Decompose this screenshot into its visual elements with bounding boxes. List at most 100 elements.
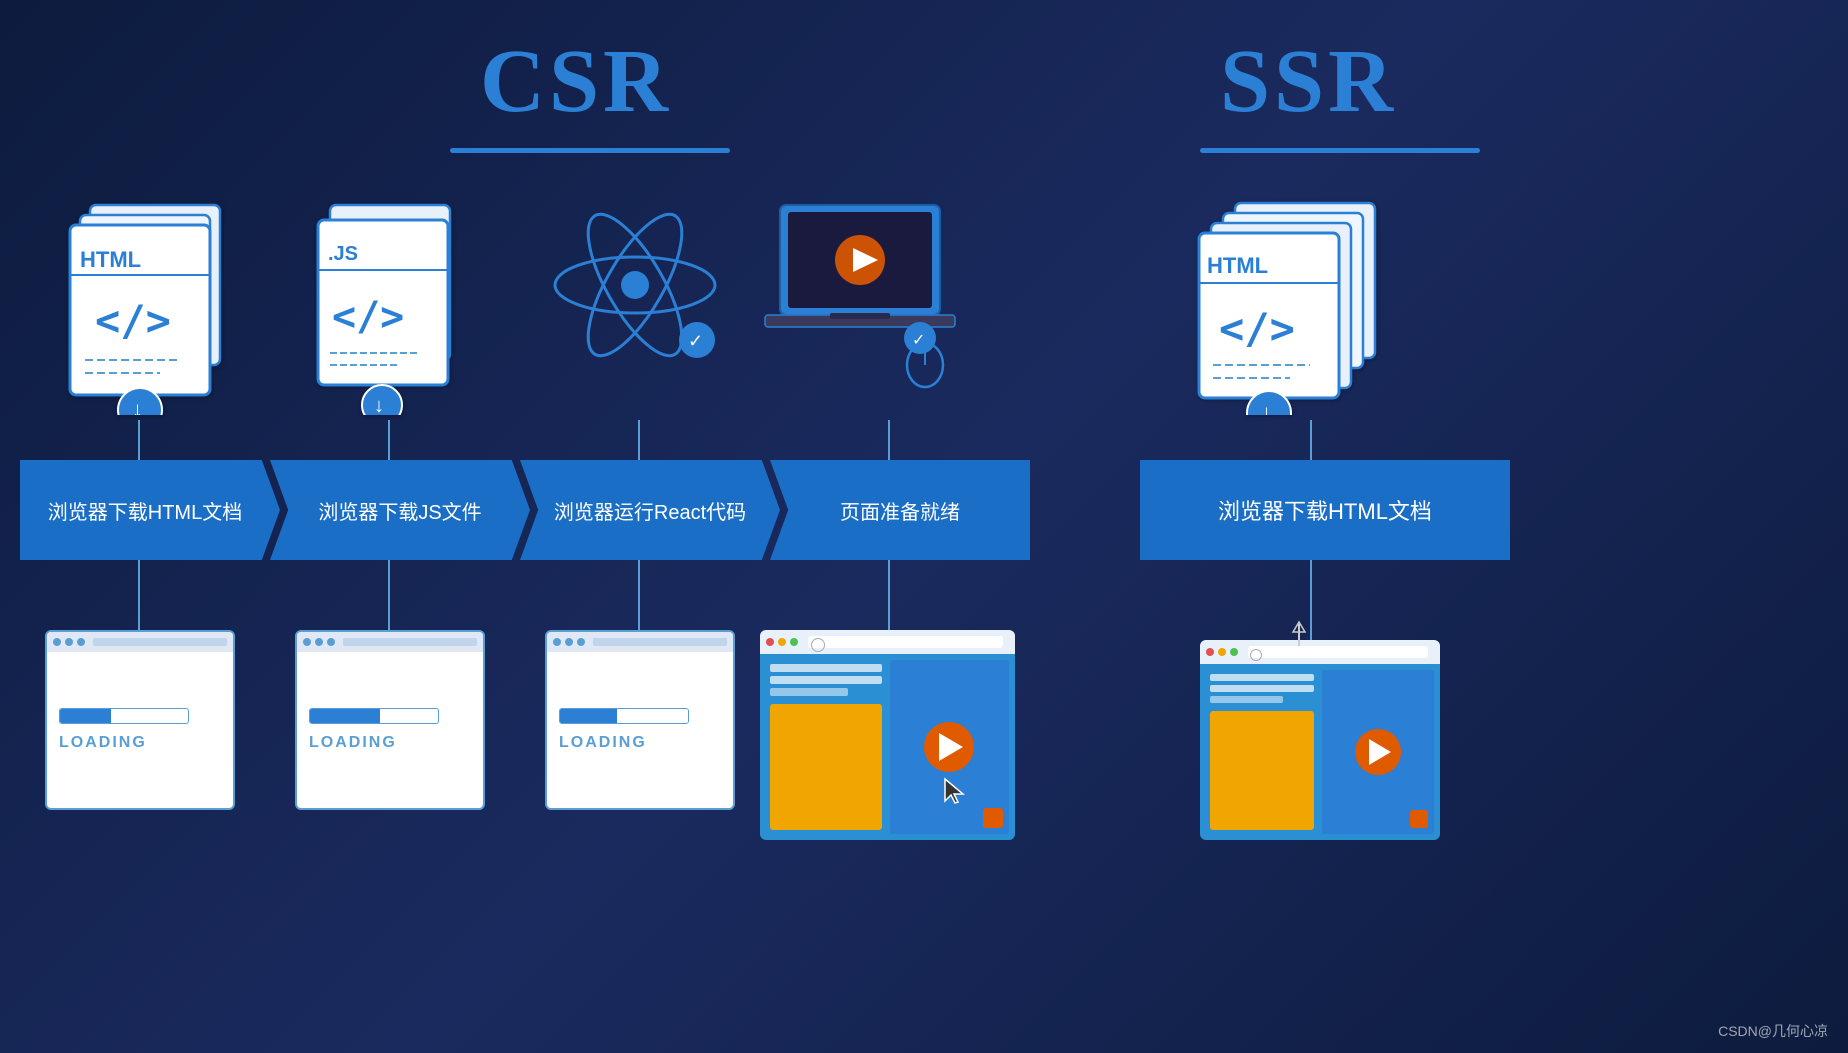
laptop-icon: ✓	[760, 190, 960, 405]
topbar-address	[93, 638, 227, 646]
browser-line-3	[770, 688, 848, 696]
watermark: CSDN@几何心凉	[1718, 1021, 1828, 1041]
svg-text:HTML: HTML	[80, 247, 141, 272]
loading-screen-3-content: LOADING	[547, 652, 733, 808]
ssr-title: SSR	[1220, 30, 1397, 133]
loading-bar-2	[309, 708, 439, 724]
svg-text:.JS: .JS	[328, 243, 358, 265]
js-file-icon-csr: .JS </> ↓	[310, 195, 470, 420]
browser-dot-green	[790, 638, 798, 646]
ssr-browser-search-bar	[1248, 646, 1428, 658]
html-file-icon-ssr: HTML </> ↓	[1185, 195, 1405, 420]
ssr-browser-line-3	[1210, 696, 1283, 703]
ssr-browser-dot-yellow	[1218, 648, 1226, 656]
browser-yellow-block	[770, 704, 882, 830]
csr-browser-top	[760, 630, 1015, 654]
browser-play-circle	[924, 722, 974, 772]
browser-play-triangle	[939, 733, 963, 761]
ssr-browser-dot-green	[1230, 648, 1238, 656]
loading-bar-1	[59, 708, 189, 724]
ssr-step-1-box: 浏览器下载HTML文档	[1140, 460, 1510, 560]
browser-search-bar	[808, 636, 1003, 648]
topbar-dot-5	[315, 638, 323, 646]
topbar-address-3	[593, 638, 727, 646]
csr-title: CSR	[480, 30, 672, 133]
csr-browser-window	[760, 630, 1015, 840]
ssr-browser-dot-red	[1206, 648, 1214, 656]
loading-screen-2-content: LOADING	[297, 652, 483, 808]
browser-dot-yellow	[778, 638, 786, 646]
browser-left-col	[766, 660, 886, 834]
ssr-browser-content	[1200, 664, 1440, 840]
topbar-dot-1	[53, 638, 61, 646]
loading-screen-1-content: LOADING	[47, 652, 233, 808]
loading-screen-1: LOADING	[45, 630, 235, 810]
loading-screen-2: LOADING	[295, 630, 485, 810]
csr-cursor	[943, 777, 965, 810]
connector-csr1-bottom	[138, 560, 140, 630]
topbar-dot-2	[65, 638, 73, 646]
loading-screen-2-topbar	[297, 632, 483, 652]
svg-text:</>: </>	[95, 296, 171, 345]
ssr-browser-yellow-block	[1210, 711, 1314, 830]
topbar-dot-3	[77, 638, 85, 646]
csr-step-2-box: 浏览器下载JS文件	[270, 460, 530, 560]
connector-csr4-top	[888, 420, 890, 465]
connector-csr3-top	[638, 420, 640, 465]
svg-text:</>: </>	[332, 294, 404, 340]
svg-text:↓: ↓	[374, 395, 384, 415]
connector-ssr1-top	[1310, 420, 1312, 465]
svg-text:</>: </>	[1219, 304, 1295, 353]
svg-text:✓: ✓	[688, 331, 703, 351]
loading-text-3: LOADING	[559, 734, 647, 752]
csr-underline	[450, 148, 730, 153]
svg-text:↓: ↓	[1261, 400, 1272, 415]
topbar-dot-9	[577, 638, 585, 646]
browser-dot-red	[766, 638, 774, 646]
ssr-search-icon	[1250, 649, 1262, 661]
loading-screen-3-topbar	[547, 632, 733, 652]
ssr-browser-line-2	[1210, 685, 1314, 692]
csr-step-1-label: 浏览器下载HTML文档	[38, 496, 262, 525]
browser-orange-block	[983, 808, 1003, 828]
ssr-play-triangle	[1369, 739, 1391, 765]
csr-step-1-box: 浏览器下载HTML文档	[20, 460, 280, 560]
ssr-underline	[1200, 148, 1480, 153]
ssr-browser-right-col	[1322, 670, 1434, 834]
ssr-browser-left-col	[1206, 670, 1318, 834]
svg-text:↓: ↓	[132, 397, 143, 415]
loading-fill-2	[310, 709, 380, 723]
csr-step-4-label: 页面准备就绪	[820, 496, 980, 525]
topbar-address-2	[343, 638, 477, 646]
csr-step-3-box: 浏览器运行React代码	[520, 460, 780, 560]
svg-text:HTML: HTML	[1207, 253, 1268, 278]
connector-csr4-bottom	[888, 560, 890, 630]
ssr-cursor	[1288, 620, 1310, 653]
loading-screen-1-topbar	[47, 632, 233, 652]
ssr-step-1-label: 浏览器下载HTML文档	[1218, 494, 1432, 526]
loading-text-1: LOADING	[59, 734, 147, 752]
loading-bar-3	[559, 708, 689, 724]
topbar-dot-6	[327, 638, 335, 646]
csr-step-4-box: 页面准备就绪	[770, 460, 1030, 560]
ssr-play-circle	[1355, 729, 1401, 775]
csr-browser-content	[760, 654, 1015, 840]
connector-csr2-bottom	[388, 560, 390, 630]
react-atom-icon: ✓	[545, 190, 725, 395]
topbar-dot-4	[303, 638, 311, 646]
browser-line-1	[770, 664, 882, 672]
csr-step-3-label: 浏览器运行React代码	[534, 496, 766, 525]
ssr-browser-window	[1200, 640, 1440, 840]
ssr-orange-block	[1410, 810, 1428, 828]
topbar-dot-8	[565, 638, 573, 646]
connector-csr2-top	[388, 420, 390, 465]
browser-line-2	[770, 676, 882, 684]
svg-text:✓: ✓	[912, 332, 925, 349]
main-background: CSR SSR HTML </> ↓	[0, 0, 1848, 1053]
connector-csr1-top	[138, 420, 140, 465]
connector-csr3-bottom	[638, 560, 640, 630]
ssr-browser-top	[1200, 640, 1440, 664]
browser-search-icon	[811, 638, 825, 652]
topbar-dot-7	[553, 638, 561, 646]
connector-ssr1-bottom	[1310, 560, 1312, 640]
